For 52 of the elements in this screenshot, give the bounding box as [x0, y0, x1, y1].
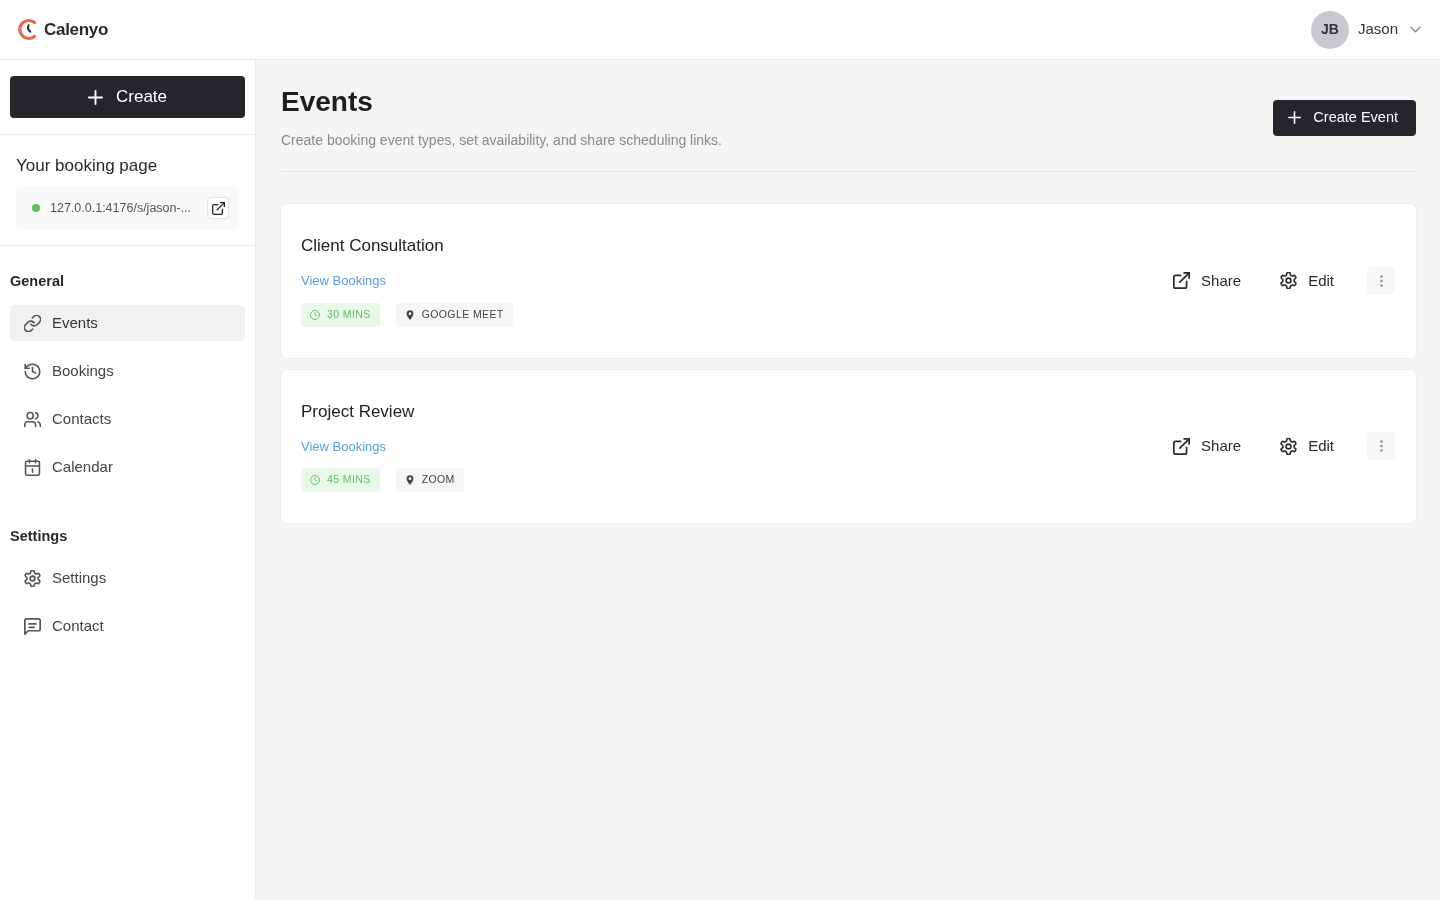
plus-icon — [88, 89, 103, 105]
more-button[interactable] — [1367, 266, 1395, 295]
nav-item[interactable]: Contacts — [10, 401, 245, 437]
circular-arrow-icon — [24, 362, 41, 380]
map-pin-icon — [404, 475, 415, 485]
section-heading: General — [10, 272, 65, 290]
more-button[interactable] — [1367, 432, 1395, 461]
nav-item[interactable]: Settings — [10, 560, 245, 596]
open-link-button[interactable] — [207, 197, 229, 219]
section-title: Your booking page — [16, 155, 159, 177]
clock-icon — [310, 309, 320, 320]
brand-name: Calenyo — [44, 18, 109, 41]
map-pin-icon — [404, 309, 415, 320]
nav-item[interactable]: Calendar — [10, 449, 245, 485]
edit-button[interactable]: Edit — [1274, 431, 1340, 462]
page-title: Events — [281, 85, 374, 119]
event-title: Project Review — [301, 400, 416, 423]
location-text: GOOGLE MEET — [421, 306, 504, 322]
calendar-icon — [24, 458, 41, 476]
people-icon — [24, 410, 41, 428]
nav-item[interactable]: Bookings — [10, 353, 245, 389]
duration-text: 30 MINS — [327, 306, 371, 322]
user-avatar[interactable]: JB — [1310, 10, 1349, 49]
plus-icon — [1288, 111, 1302, 124]
logo-icon — [18, 18, 38, 41]
create-event-button[interactable]: Create Event — [1273, 99, 1416, 136]
status-dot-icon — [32, 204, 40, 212]
external-link-icon — [1173, 437, 1191, 455]
gear-icon — [24, 569, 41, 587]
vertical-dots-icon — [1379, 274, 1383, 287]
share-button[interactable]: Share — [1167, 431, 1248, 462]
create-button[interactable]: Create — [10, 76, 245, 118]
clock-icon — [310, 475, 320, 485]
user-name: Jason — [1357, 19, 1398, 40]
duration-text: 45 MINS — [327, 472, 371, 488]
share-button[interactable]: Share — [1167, 265, 1248, 296]
edit-button[interactable]: Edit — [1274, 265, 1340, 296]
event-title: Client Consultation — [301, 235, 445, 257]
gear-icon — [1280, 272, 1298, 290]
chevron-down-icon — [1410, 26, 1421, 33]
external-link-icon — [211, 201, 225, 215]
location-text: ZOOM — [421, 472, 455, 488]
page-subtitle: Create booking event types, set availability, and share scheduling links. — [281, 131, 722, 150]
chat-bubble-icon — [24, 617, 41, 635]
section-heading: Settings — [10, 527, 69, 545]
gear-icon — [1280, 437, 1298, 455]
link-icon — [24, 314, 41, 332]
vertical-dots-icon — [1379, 440, 1383, 453]
nav-item[interactable]: Events — [10, 305, 245, 341]
nav-item[interactable]: Contact — [10, 608, 245, 644]
booking-url: 127.0.0.1:4176/s/jason-... — [50, 199, 193, 217]
external-link-icon — [1173, 272, 1191, 290]
